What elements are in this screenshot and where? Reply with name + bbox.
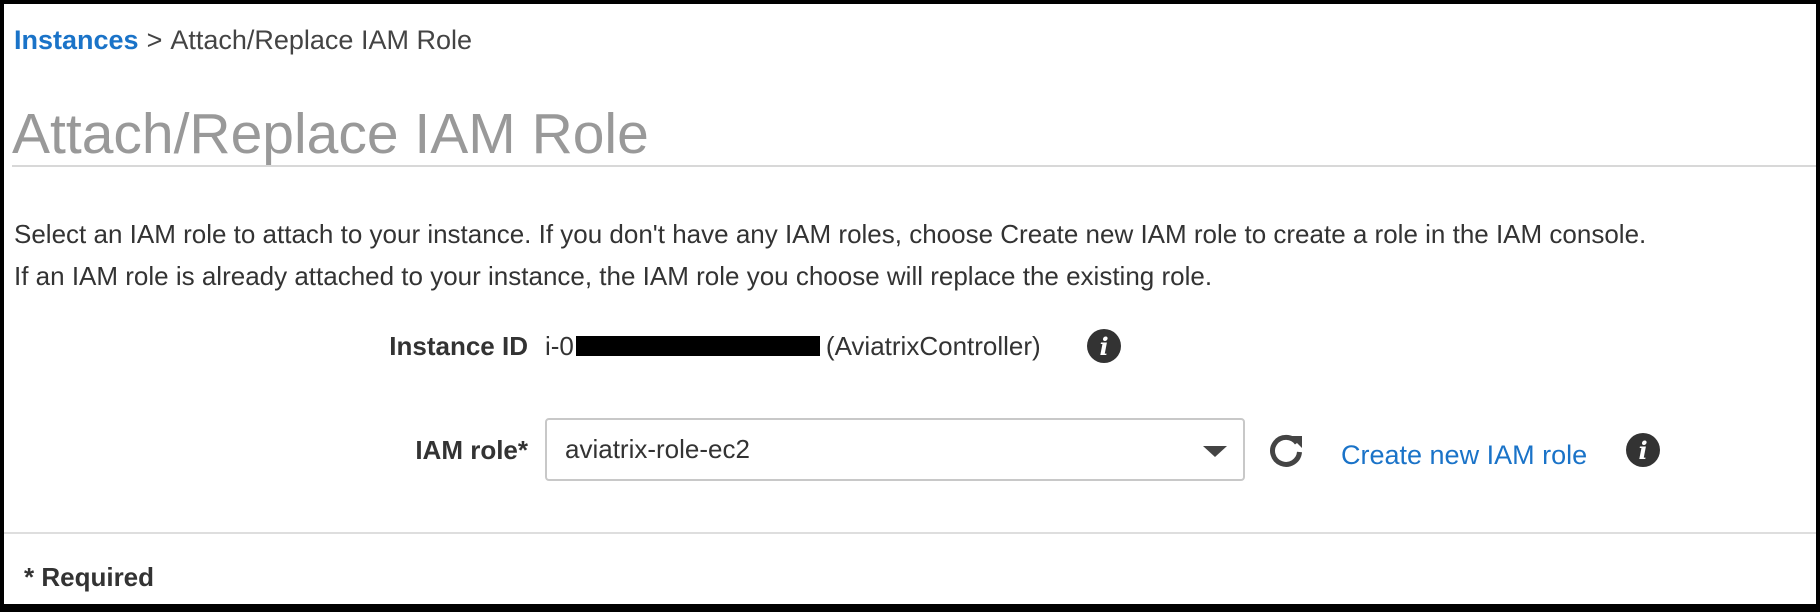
info-icon[interactable]: i (1626, 433, 1660, 467)
breadcrumb-instances-link[interactable]: Instances (14, 25, 139, 55)
description-line-2: If an IAM role is already attached to yo… (14, 261, 1213, 291)
attach-iam-role-page: Instances > Attach/Replace IAM Role Attach… (4, 4, 1816, 604)
description-line-1: Select an IAM role to attach to your ins… (14, 219, 1647, 249)
title-divider (12, 165, 1816, 167)
chevron-down-icon (1203, 446, 1227, 457)
info-icon[interactable]: i (1087, 329, 1121, 363)
page-title: Attach/Replace IAM Role (12, 102, 649, 166)
breadcrumb-separator: > (146, 25, 163, 55)
footer-divider (4, 532, 1816, 534)
iam-role-label: IAM role* (415, 435, 528, 465)
page-description: Select an IAM role to attach to your ins… (14, 213, 1804, 297)
breadcrumb-current: Attach/Replace IAM Role (170, 25, 472, 55)
instance-name: (AviatrixController) (825, 331, 1041, 361)
required-note: * Required (24, 562, 155, 592)
create-new-iam-role-link[interactable]: Create new IAM role (1341, 438, 1587, 472)
redacted-instance-id (575, 336, 820, 356)
instance-id-value: i-0 (AviatrixController) (545, 329, 1041, 363)
iam-role-select[interactable]: aviatrix-role-ec2 (545, 418, 1245, 481)
instance-id-prefix: i-0 (545, 331, 574, 361)
refresh-icon[interactable] (1266, 430, 1306, 470)
instance-id-label: Instance ID (389, 331, 528, 361)
breadcrumb: Instances > Attach/Replace IAM Role (14, 24, 472, 56)
iam-role-selected-value: aviatrix-role-ec2 (565, 434, 750, 464)
